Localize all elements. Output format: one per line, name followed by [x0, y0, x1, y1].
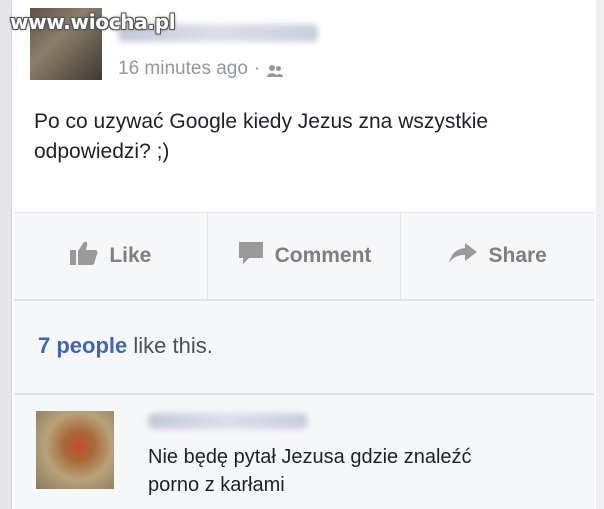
comment-text: Nie będę pytał Jezusa gdzie znaleźć porn…: [148, 443, 548, 499]
share-button[interactable]: Share: [400, 213, 594, 299]
thumbs-up-icon: [69, 240, 99, 272]
watermark: www.wiocha.pl: [10, 10, 176, 34]
commenter-name-blurred[interactable]: [148, 413, 308, 429]
post-meta: 16 minutes ago ·: [118, 58, 284, 80]
share-label: Share: [488, 244, 547, 267]
share-arrow-icon: [448, 241, 478, 271]
left-border: [0, 0, 12, 509]
like-label: Like: [109, 244, 152, 267]
meta-separator: ·: [253, 58, 261, 79]
post-text: Po co uzywać Google kiedy Jezus zna wszy…: [34, 110, 489, 163]
comment-icon: [237, 240, 265, 272]
right-border: [596, 0, 604, 509]
action-bar: Like Comment Share: [14, 213, 594, 299]
comment-line-1: Nie będę pytał Jezusa gdzie znaleźć: [148, 446, 472, 468]
like-button[interactable]: Like: [14, 213, 207, 299]
commenter-avatar[interactable]: [36, 411, 114, 489]
comment-button[interactable]: Comment: [206, 213, 401, 299]
post-timestamp[interactable]: 16 minutes ago: [118, 58, 248, 80]
likes-suffix: like this.: [133, 333, 213, 358]
friends-icon[interactable]: [266, 62, 284, 77]
comment-line-2: porno z karłami: [148, 474, 285, 496]
likes-summary: 7 people like this.: [14, 301, 594, 393]
comment-item: Nie będę pytał Jezusa gdzie znaleźć porn…: [14, 395, 594, 509]
likes-count-link[interactable]: 7 people: [38, 333, 127, 358]
comment-label: Comment: [274, 244, 372, 267]
